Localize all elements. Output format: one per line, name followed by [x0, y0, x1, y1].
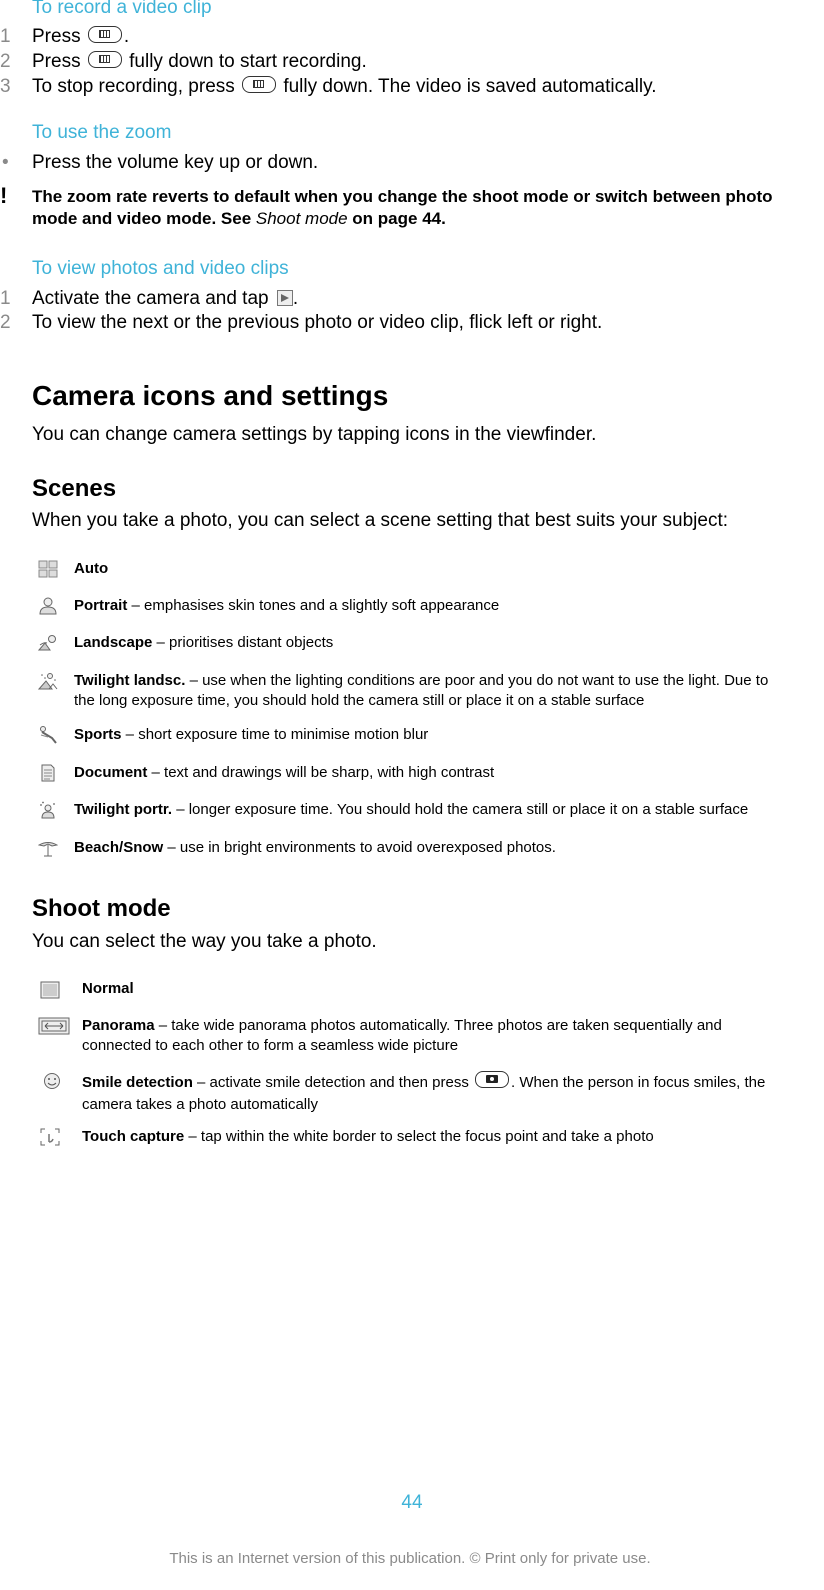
step-item: 2 To view the next or the previous photo… — [0, 312, 603, 333]
scene-item-beach-snow: Beach/Snow – use in bright environments … — [74, 839, 556, 856]
step-number: 1 — [0, 26, 11, 47]
shoot-mode-intro: You can select the way you take a photo. — [32, 931, 377, 952]
video-key-icon — [87, 26, 122, 43]
normal-mode-icon — [40, 981, 60, 999]
warning-icon: ! — [0, 183, 8, 208]
step-item: 2 Press fully down to start recording. — [0, 51, 367, 72]
beach-snow-icon — [38, 842, 58, 857]
step-number: 2 — [0, 51, 11, 72]
scene-item-landscape: Landscape – prioritises distant objects — [74, 634, 334, 651]
twilight-landscape-icon — [38, 673, 58, 690]
zoom-note: The zoom rate reverts to default when yo… — [32, 187, 773, 228]
camera-icons-intro: You can change camera settings by tappin… — [32, 424, 597, 445]
bullet-item: • Press the volume key up or down. — [2, 152, 319, 173]
touch-capture-icon — [40, 1128, 60, 1146]
video-key-icon — [242, 76, 277, 93]
footer-notice: This is an Internet version of this publ… — [169, 1550, 651, 1567]
play-thumbnail-icon — [276, 290, 293, 306]
camera-icons-heading: Camera icons and settings — [32, 380, 389, 411]
twilight-portrait-icon — [40, 801, 55, 819]
step-item: 1 Activate the camera and tap . — [0, 288, 299, 309]
document-scene-icon — [41, 764, 55, 782]
shoot-mode-panorama: Panorama – take wide panorama photos aut… — [82, 1017, 722, 1054]
shoot-mode-touch-capture: Touch capture – tap within the white bor… — [82, 1128, 654, 1145]
view-photos-heading: To view photos and video clips — [32, 258, 289, 279]
step-number: 1 — [0, 288, 11, 309]
shoot-mode-normal: Normal — [82, 980, 134, 997]
scene-item-auto: Auto — [74, 560, 109, 577]
auto-scene-icon — [38, 560, 58, 578]
video-key-icon — [87, 51, 122, 68]
sports-scene-icon — [40, 726, 57, 744]
shoot-mode-heading: Shoot mode — [32, 895, 171, 922]
smile-detection-icon — [44, 1073, 60, 1089]
step-item: 3 To stop recording, press fully down. T… — [0, 76, 657, 97]
use-zoom-heading: To use the zoom — [32, 122, 172, 143]
scene-item-twilight-portrait: Twilight portr. – longer exposure time. … — [74, 801, 749, 818]
scene-item-document: Document – text and drawings will be sha… — [74, 764, 495, 781]
camera-key-icon — [475, 1071, 510, 1088]
scene-item-portrait: Portrait – emphasises skin tones and a s… — [74, 597, 500, 614]
scene-item-sports: Sports – short exposure time to minimise… — [74, 726, 429, 743]
shoot-mode-smile-detection: Smile detection – activate smile detecti… — [82, 1071, 822, 1116]
portrait-scene-icon — [39, 597, 57, 615]
scenes-intro: When you take a photo, you can select a … — [32, 510, 729, 531]
panorama-mode-icon — [38, 1017, 70, 1035]
bullet-marker: • — [2, 152, 9, 173]
record-video-heading: To record a video clip — [32, 0, 212, 18]
landscape-scene-icon — [38, 635, 56, 651]
step-number: 2 — [0, 312, 11, 333]
shoot-mode-link[interactable]: Shoot mode — [256, 209, 348, 228]
scenes-heading: Scenes — [32, 475, 117, 502]
page-number: 44 — [401, 1492, 423, 1513]
step-number: 3 — [0, 76, 11, 97]
scene-item-twilight-landscape: Twilight landsc. – use when the lighting… — [74, 672, 769, 709]
step-item: 1 Press . — [0, 26, 130, 47]
